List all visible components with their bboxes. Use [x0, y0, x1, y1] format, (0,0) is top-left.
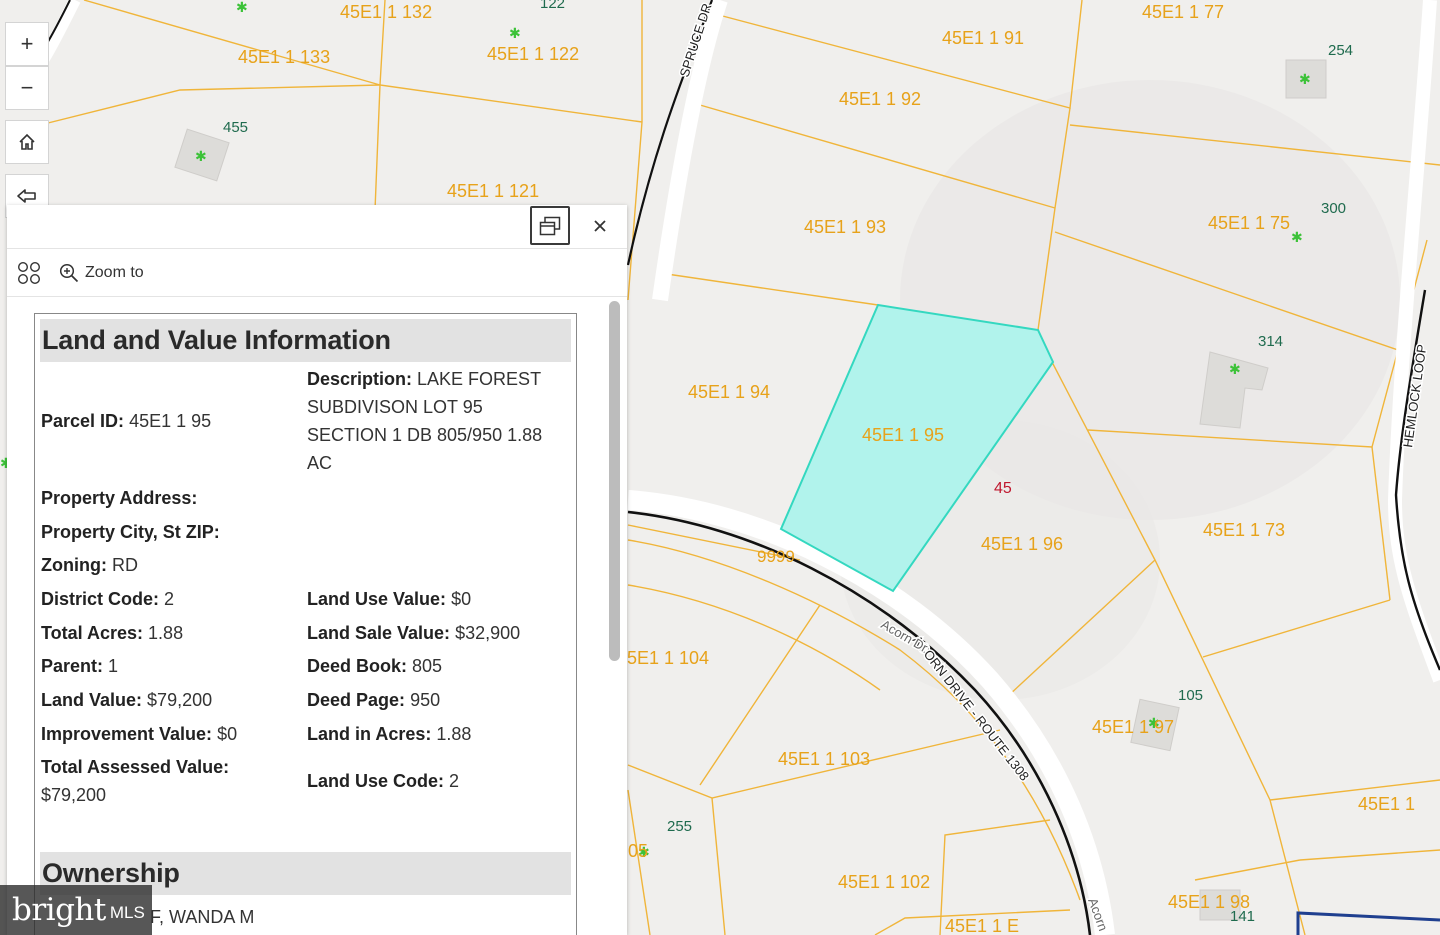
- address-label: 255: [667, 818, 692, 835]
- parcel-label: 05: [628, 841, 648, 861]
- zoom-out-button[interactable]: −: [5, 66, 49, 110]
- parcel-label: 45E1 1 E: [945, 916, 1019, 935]
- parcel-label: 5E1 1 104: [627, 648, 709, 668]
- svg-text:✱: ✱: [1229, 362, 1241, 378]
- svg-text:✱: ✱: [1291, 230, 1303, 246]
- parcel-label: 45E1 1: [1358, 794, 1415, 814]
- parcel-label: 45E1 1 96: [981, 534, 1063, 554]
- parcel-label: 45E1 1 75: [1208, 213, 1290, 233]
- field-land-use-code: Land Use Code: 2: [307, 771, 460, 791]
- parcel-label: 45E1 1 133: [238, 47, 330, 67]
- parcel-label: 45E1 1 121: [447, 181, 539, 201]
- parcel-label: 45E1 1 73: [1203, 520, 1285, 540]
- address-label: 314: [1258, 333, 1283, 350]
- field-deed-page: Deed Page: 950: [307, 690, 441, 710]
- zoom-to-label: Zoom to: [85, 264, 144, 281]
- dock-button[interactable]: [530, 206, 570, 245]
- parcel-label: 45E1 1 95: [862, 425, 944, 445]
- popup-content: Land and Value Information Parcel ID: 45…: [34, 313, 577, 935]
- field-improvement-value: Improvement Value: $0: [41, 724, 238, 744]
- close-button[interactable]: [587, 211, 613, 241]
- address-label: 122: [540, 0, 565, 12]
- feature-popup: Zoom to Land and Value Information Parce…: [7, 205, 627, 935]
- parcel-label: 45E1 1 91: [942, 28, 1024, 48]
- address-label: 455: [223, 119, 248, 136]
- grid-menu-icon: [17, 261, 41, 285]
- field-total-acres: Total Acres: 1.88: [41, 623, 184, 643]
- field-zoning: Zoning: RD: [41, 555, 138, 575]
- field-parcel-id: Parcel ID: 45E1 1 95: [41, 411, 212, 431]
- field-deed-book: Deed Book: 805: [307, 656, 443, 676]
- svg-text:✱: ✱: [509, 26, 521, 42]
- district-label: 45: [994, 480, 1012, 497]
- field-property-city: Property City, St ZIP:: [41, 522, 220, 542]
- svg-text:✱: ✱: [236, 0, 248, 16]
- field-district-code: District Code: 2: [41, 589, 175, 609]
- watermark-suffix: MLS: [109, 903, 145, 922]
- zoom-to-button[interactable]: Zoom to: [59, 260, 144, 286]
- popup-header: [7, 205, 627, 249]
- parcel-label: 45E1 1 103: [778, 749, 870, 769]
- parcel-number-label: 9999: [757, 547, 795, 566]
- field-description: Description: LAKE FOREST SUBDIVISON LOT …: [307, 369, 543, 473]
- scrollbar-thumb[interactable]: [609, 301, 620, 661]
- svg-text:✱: ✱: [195, 149, 207, 165]
- parcel-label: 45E1 1 94: [688, 382, 770, 402]
- field-land-value: Land Value: $79,200: [41, 690, 213, 710]
- watermark-brand: bright: [12, 892, 106, 928]
- parcel-label: 45E1 1 93: [804, 217, 886, 237]
- home-icon: [19, 133, 35, 150]
- close-icon: [594, 220, 606, 232]
- popup-toolbar: Zoom to: [7, 249, 627, 297]
- section-heading-land-value: Land and Value Information: [40, 319, 571, 362]
- dock-icon: [539, 216, 561, 235]
- parcel-label: 45E1 1 102: [838, 872, 930, 892]
- zoom-in-label: +: [20, 31, 34, 56]
- address-label: 141: [1230, 908, 1255, 925]
- parcel-label: 45E1 1 92: [839, 89, 921, 109]
- parcel-label: 45E1 1 132: [340, 2, 432, 22]
- brightmls-watermark: bright MLS: [0, 885, 152, 935]
- address-label: 254: [1328, 42, 1353, 59]
- svg-text:✱: ✱: [1299, 72, 1311, 88]
- back-arrow-icon: [17, 189, 36, 203]
- zoom-in-magnifier-icon: [59, 263, 79, 283]
- address-label: 105: [1178, 687, 1203, 704]
- field-land-sale-value: Land Sale Value: $32,900: [307, 623, 521, 643]
- field-parent: Parent: 1: [41, 656, 119, 676]
- zoom-in-button[interactable]: +: [5, 22, 49, 66]
- zoom-out-label: −: [20, 75, 34, 100]
- address-label: 300: [1321, 200, 1346, 217]
- parcel-label: 45E1 1 122: [487, 44, 579, 64]
- home-button[interactable]: [5, 120, 49, 164]
- parcel-label: 45E1 1 77: [1142, 2, 1224, 22]
- field-land-in-acres: Land in Acres: 1.88: [307, 724, 472, 744]
- field-property-address: Property Address:: [41, 488, 198, 508]
- owner-name: F, WANDA M: [150, 907, 255, 927]
- field-total-assessed-value: Total Assessed Value: $79,200: [41, 757, 230, 805]
- actions-menu-button[interactable]: [17, 261, 41, 285]
- field-land-use-value: Land Use Value: $0: [307, 589, 472, 609]
- parcel-label: 45E1 1 97: [1092, 717, 1174, 737]
